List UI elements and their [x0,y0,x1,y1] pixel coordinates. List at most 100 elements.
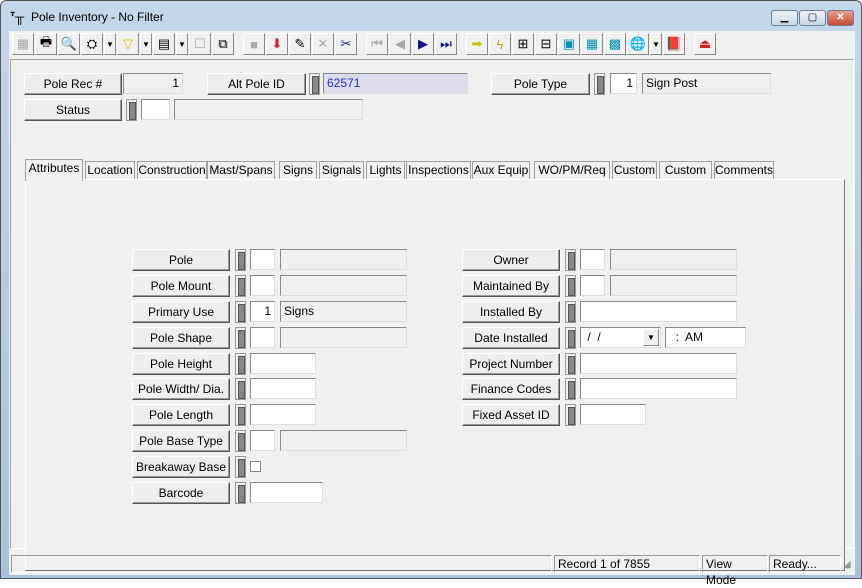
tab-signs[interactable]: Signs [279,161,317,180]
fixed-asset-id-button[interactable]: Fixed Asset ID [462,404,560,426]
cut-button[interactable]: ✂ [335,33,357,55]
pole-width-dia-handle[interactable] [235,378,246,400]
project-number-handle[interactable] [565,353,576,375]
close-button[interactable]: ✕ [827,10,854,26]
next-record-button[interactable]: ▶ [412,33,434,55]
alt-pole-id-handle[interactable] [309,73,320,95]
dropdown-arrow-button[interactable]: ▼ [176,33,188,55]
map-button[interactable]: ▩ [604,33,626,55]
primary-use-handle[interactable] [235,301,246,323]
pole-mount-button[interactable]: Pole Mount [132,275,230,297]
tab-location[interactable]: Location [85,161,135,180]
pole-height-field[interactable] [250,353,316,374]
tab-mast-spans[interactable]: Mast/Spans [207,161,275,180]
lightning-button[interactable]: ϟ [489,33,511,55]
pole-arrangement-button[interactable]: Pole Arrangement [132,249,230,287]
owner-code-field[interactable] [580,249,605,270]
relations-button[interactable]: ⊞ [512,33,534,55]
pole-type-button[interactable]: Pole Type [491,73,590,95]
date-installed-calendar-dropdown[interactable]: ▼ [643,329,659,346]
edit-pencil-button[interactable]: ✎ [289,33,311,55]
save-button[interactable]: ■ [243,33,265,55]
pole-base-type-handle[interactable] [235,430,246,452]
pole-width-dia-button[interactable]: Pole Width/ Dia. [132,378,230,400]
installed-by-button[interactable]: Installed By [462,301,560,323]
maintained-by-code-field[interactable] [580,275,605,296]
pole-length-handle[interactable] [235,404,246,426]
binoculars-search-button[interactable]: ⛭ [81,33,103,55]
pole-rec-button[interactable]: Pole Rec # [24,73,122,95]
tab-wo-pm-req[interactable]: WO/PM/Req [534,161,610,180]
pole-type-code-field[interactable]: 1 [610,73,637,94]
pole-arrangement-code-field[interactable] [250,249,275,270]
owner-button[interactable]: Owner [462,249,560,271]
tab-signals[interactable]: Signals [319,161,364,180]
breakaway-base-checkbox[interactable] [250,461,261,472]
pole-mount-code-field[interactable] [250,275,275,296]
help-book-button[interactable]: 📕 [663,33,685,55]
tab-inspections[interactable]: Inspections [406,161,471,180]
pole-width-dia-field[interactable] [250,378,316,399]
date-installed-handle[interactable] [565,327,576,349]
filter-button[interactable]: ▽ [117,33,139,55]
owner-handle[interactable] [565,249,576,271]
pole-mount-handle[interactable] [235,275,246,297]
date-installed-button[interactable]: Date Installed [462,327,560,349]
pole-height-button[interactable]: Pole Height [132,353,230,375]
pole-length-field[interactable] [250,404,316,425]
barcode-handle[interactable] [235,482,246,504]
primary-use-button[interactable]: Primary Use [132,301,230,323]
installed-by-handle[interactable] [565,301,576,323]
exit-button[interactable]: ⏏ [694,33,716,55]
alt-pole-id-field[interactable]: 62571 [323,73,468,94]
finance-codes-handle[interactable] [565,378,576,400]
add-record-button[interactable]: ⬇ [266,33,288,55]
tab-construction[interactable]: Construction [137,161,207,180]
pole-base-type-button[interactable]: Pole Base Type [132,430,230,452]
primary-use-code-field[interactable]: 1 [250,301,275,322]
status-handle[interactable] [126,99,137,121]
print-button[interactable]: 🖶 [35,33,57,55]
tab-custom[interactable]: Custom [612,161,657,180]
installed-by-field[interactable] [580,301,737,322]
pole-shape-button[interactable]: Pole Shape [132,327,230,349]
maintained-by-handle[interactable] [565,275,576,297]
equipment-button[interactable]: ▣ [558,33,580,55]
export-button[interactable]: ⧉ [212,33,234,55]
status-code-field[interactable] [141,99,170,120]
goto-arrow-button[interactable]: ➡ [466,33,488,55]
barcode-field[interactable] [250,482,323,503]
calculator-button[interactable]: ▦ [581,33,603,55]
fixed-asset-id-handle[interactable] [565,404,576,426]
alt-pole-id-button[interactable]: Alt Pole ID [207,73,306,95]
pole-shape-handle[interactable] [235,327,246,349]
tab-aux-equip[interactable]: Aux Equip [472,161,530,180]
previous-record-button[interactable]: ◀ [389,33,411,55]
finance-codes-button[interactable]: Finance Codes [462,378,560,400]
print-preview-button[interactable]: 🔍 [58,33,80,55]
hierarchy-button[interactable]: ⊟ [535,33,557,55]
dropdown-arrow-button[interactable]: ▼ [650,33,662,55]
status-button[interactable]: Status [24,99,122,121]
form-view-button[interactable]: ▦ [12,33,34,55]
dropdown-arrow-button[interactable]: ▼ [104,33,116,55]
project-number-button[interactable]: Project Number [462,353,560,375]
pole-type-handle[interactable] [594,73,605,95]
first-record-button[interactable]: ⏮ [366,33,388,55]
delete-button[interactable]: ✕ [312,33,334,55]
resize-grip-icon[interactable]: ◢ [843,559,851,570]
maintained-by-button[interactable]: Maintained By [462,275,560,297]
breakaway-base-handle[interactable] [235,456,246,478]
globe-button[interactable]: 🌐 [627,33,649,55]
finance-codes-field[interactable] [580,378,737,399]
pole-base-type-code-field[interactable] [250,430,275,451]
pole-arrangement-handle[interactable] [235,249,246,271]
maximize-button[interactable]: ▢ [799,10,826,26]
tab-comments[interactable]: Comments [714,161,774,180]
pole-shape-code-field[interactable] [250,327,275,348]
minimize-button[interactable]: ▁ [771,10,798,26]
properties-button[interactable]: ☐ [189,33,211,55]
tab-attributes[interactable]: Attributes [25,159,83,181]
fixed-asset-id-field[interactable] [580,404,646,425]
barcode-button[interactable]: Barcode [132,482,230,504]
